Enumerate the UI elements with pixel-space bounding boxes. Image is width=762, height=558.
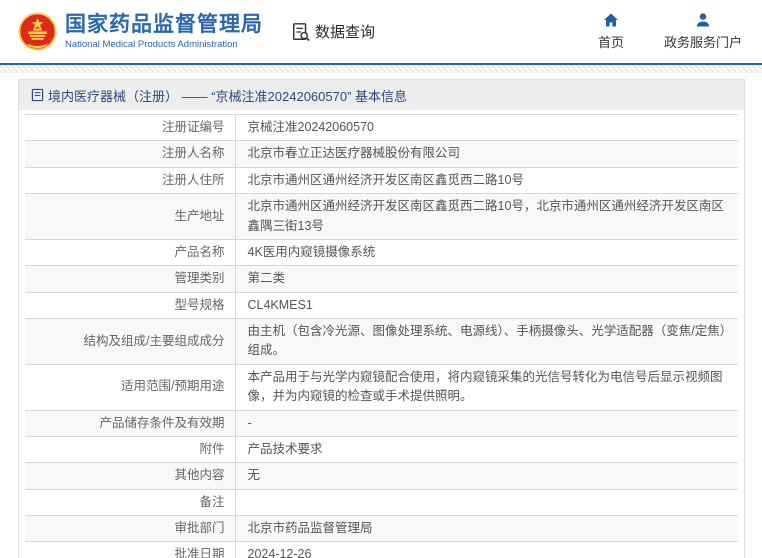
- row-label: 审批部门: [25, 515, 236, 542]
- row-value: 北京市春立正达医疗器械股份有限公司: [235, 141, 738, 167]
- row-label-text: 注册人住所: [161, 172, 225, 187]
- row-label: 适用范围/预期用途: [25, 364, 236, 410]
- row-value-text: 北京市通州区通州经济开发区南区鑫觅西二路10号，北京市通州区通州经济开发区南区鑫…: [247, 199, 724, 233]
- row-value-text: 本产品用于与光学内窥镜配合使用，将内窥镜采集的光信号转化为电信号后显示视频图像，…: [247, 369, 723, 404]
- row-value-text: 京械注准20242060570: [247, 120, 374, 134]
- row-label-text: 产品储存条件及有效期: [99, 415, 225, 430]
- row-label-text: 附件: [199, 441, 225, 456]
- row-value: 产品技术要求: [235, 436, 738, 462]
- site-header: 国家药品监督管理局 National Medical Products Admi…: [0, 0, 762, 63]
- national-emblem-icon: [18, 12, 57, 51]
- row-value: [235, 489, 738, 515]
- row-value-text: 北京市通州区通州经济开发区南区鑫觅西二路10号: [247, 172, 524, 187]
- row-value-text: CL4KMES1: [247, 297, 313, 312]
- top-nav: 首页 政务服务门户: [558, 12, 742, 51]
- row-label-text: 生产地址: [174, 208, 225, 223]
- table-row: 备注: [25, 489, 738, 516]
- table-row: 附件 产品技术要求: [25, 436, 738, 463]
- row-label: 注册人名称: [25, 140, 236, 168]
- row-value: 无: [235, 463, 738, 489]
- site-title: 国家药品监督管理局: [65, 13, 263, 37]
- row-label-text: 注册证编号: [161, 120, 225, 134]
- row-label-text: 审批部门: [174, 521, 225, 535]
- row-label: 产品名称: [25, 239, 236, 266]
- nav-portal[interactable]: 政务服务门户: [664, 12, 742, 51]
- row-value: 本产品用于与光学内窥镜配合使用，将内窥镜采集的光信号转化为电信号后显示视频图像，…: [235, 364, 738, 410]
- site-subtitle: National Medical Products Administration: [65, 38, 238, 50]
- row-value: 北京市通州区通州经济开发区南区鑫觅西二路10号: [235, 167, 738, 193]
- table-row: 审批部门 北京市药品监督管理局: [25, 515, 738, 542]
- row-value-text: 2024-12-26: [247, 547, 312, 558]
- table-row: 注册人名称 北京市春立正达医疗器械股份有限公司: [25, 140, 738, 168]
- breadcrumb-text: 境内医疗器械（注册） —— “京械注准20242060570” 基本信息: [48, 88, 408, 104]
- registration-info-table: 注册证编号 京械注准20242060570 注册人名称 北京市春立正达医疗器械股份有限…: [25, 114, 738, 558]
- row-label-text: 产品名称: [174, 244, 225, 259]
- nav-portal-label: 政务服务门户: [663, 35, 742, 50]
- home-icon: [603, 13, 618, 27]
- user-icon: [696, 13, 710, 27]
- table-row: 注册证编号 京械注准20242060570: [25, 114, 738, 141]
- row-label: 注册人住所: [25, 167, 236, 194]
- row-label-text: 其他内容: [174, 468, 225, 483]
- row-label: 其他内容: [25, 462, 236, 490]
- data-query-label: 数据查询: [315, 24, 376, 41]
- row-value: 北京市药品监督管理局: [235, 516, 738, 542]
- row-label-text: 型号规格: [174, 297, 225, 312]
- data-query-link[interactable]: 数据查询: [291, 21, 375, 42]
- row-value: 京械注准20242060570: [235, 115, 738, 141]
- content-panel: 境内医疗器械（注册） —— “京械注准20242060570” 基本信息 注册证…: [18, 79, 745, 558]
- table-row: 其他内容 无: [25, 462, 738, 490]
- row-label-text: 备注: [199, 494, 225, 509]
- document-icon: [31, 88, 44, 102]
- row-value-text: -: [247, 415, 252, 430]
- row-label: 批准日期: [25, 541, 236, 558]
- row-value-text: 由主机（包含冷光源、图像处理系统、电源线）、手柄摄像头、光学适配器（变焦/定焦）…: [247, 324, 726, 358]
- row-label: 产品储存条件及有效期: [25, 410, 236, 437]
- row-value-text: 北京市药品监督管理局: [247, 521, 373, 535]
- table-row: 结构及组成/主要组成成分 由主机（包含冷光源、图像处理系统、电源线）、手柄摄像头、…: [25, 318, 738, 365]
- nmpa-logo[interactable]: 国家药品监督管理局 National Medical Products Admi…: [17, 11, 263, 52]
- nav-home-label: 首页: [597, 35, 624, 50]
- row-value-text: 产品技术要求: [247, 441, 323, 456]
- row-value: -: [235, 410, 738, 436]
- row-label-text: 结构及组成/主要组成成分: [83, 333, 225, 348]
- row-label-text: 适用范围/预期用途: [121, 379, 225, 394]
- table-row: 产品名称 4K医用内窥镜摄像系统: [25, 239, 738, 266]
- table-row: 型号规格 CL4KMES1: [25, 292, 738, 319]
- row-value-text: 第二类: [247, 271, 286, 286]
- row-label: 生产地址: [25, 193, 236, 240]
- row-label: 管理类别: [25, 265, 236, 293]
- registration-info-table-wrap: 注册证编号 京械注准20242060570 注册人名称 北京市春立正达医疗器械股份有限…: [19, 110, 744, 558]
- row-value: 北京市通州区通州经济开发区南区鑫觅西二路10号，北京市通州区通州经济开发区南区鑫…: [235, 194, 738, 240]
- document-search-icon: [293, 22, 310, 41]
- hatch-band: [0, 65, 762, 73]
- row-label-text: 管理类别: [174, 271, 225, 286]
- row-value: CL4KMES1: [235, 292, 738, 318]
- breadcrumb: 境内医疗器械（注册） —— “京械注准20242060570” 基本信息: [19, 80, 744, 110]
- row-label-text: 注册人名称: [161, 146, 225, 161]
- row-value: 2024-12-26: [235, 542, 738, 558]
- row-label: 结构及组成/主要组成成分: [25, 318, 236, 365]
- table-row: 注册人住所 北京市通州区通州经济开发区南区鑫觅西二路10号: [25, 167, 738, 194]
- row-value-text: 北京市春立正达医疗器械股份有限公司: [247, 146, 461, 161]
- row-value-text: 4K医用内窥镜摄像系统: [247, 244, 376, 259]
- row-value: 第二类: [235, 266, 738, 292]
- nav-home[interactable]: 首页: [598, 12, 624, 51]
- table-row: 生产地址 北京市通州区通州经济开发区南区鑫觅西二路10号，北京市通州区通州经济开发…: [25, 193, 738, 240]
- table-row: 适用范围/预期用途 本产品用于与光学内窥镜配合使用，将内窥镜采集的光信号转化为电信…: [25, 364, 738, 410]
- table-row: 产品储存条件及有效期 -: [25, 410, 738, 437]
- row-label-text: 批准日期: [174, 547, 225, 558]
- row-value: 4K医用内窥镜摄像系统: [235, 239, 738, 265]
- row-value: 由主机（包含冷光源、图像处理系统、电源线）、手柄摄像头、光学适配器（变焦/定焦）…: [235, 319, 738, 365]
- row-value-text: 无: [247, 468, 261, 483]
- table-row: 批准日期 2024-12-26: [25, 541, 738, 558]
- row-label: 附件: [25, 436, 236, 463]
- row-label: 注册证编号: [25, 114, 236, 141]
- row-label: 备注: [25, 489, 236, 516]
- row-label: 型号规格: [25, 292, 236, 319]
- table-row: 管理类别 第二类: [25, 265, 738, 293]
